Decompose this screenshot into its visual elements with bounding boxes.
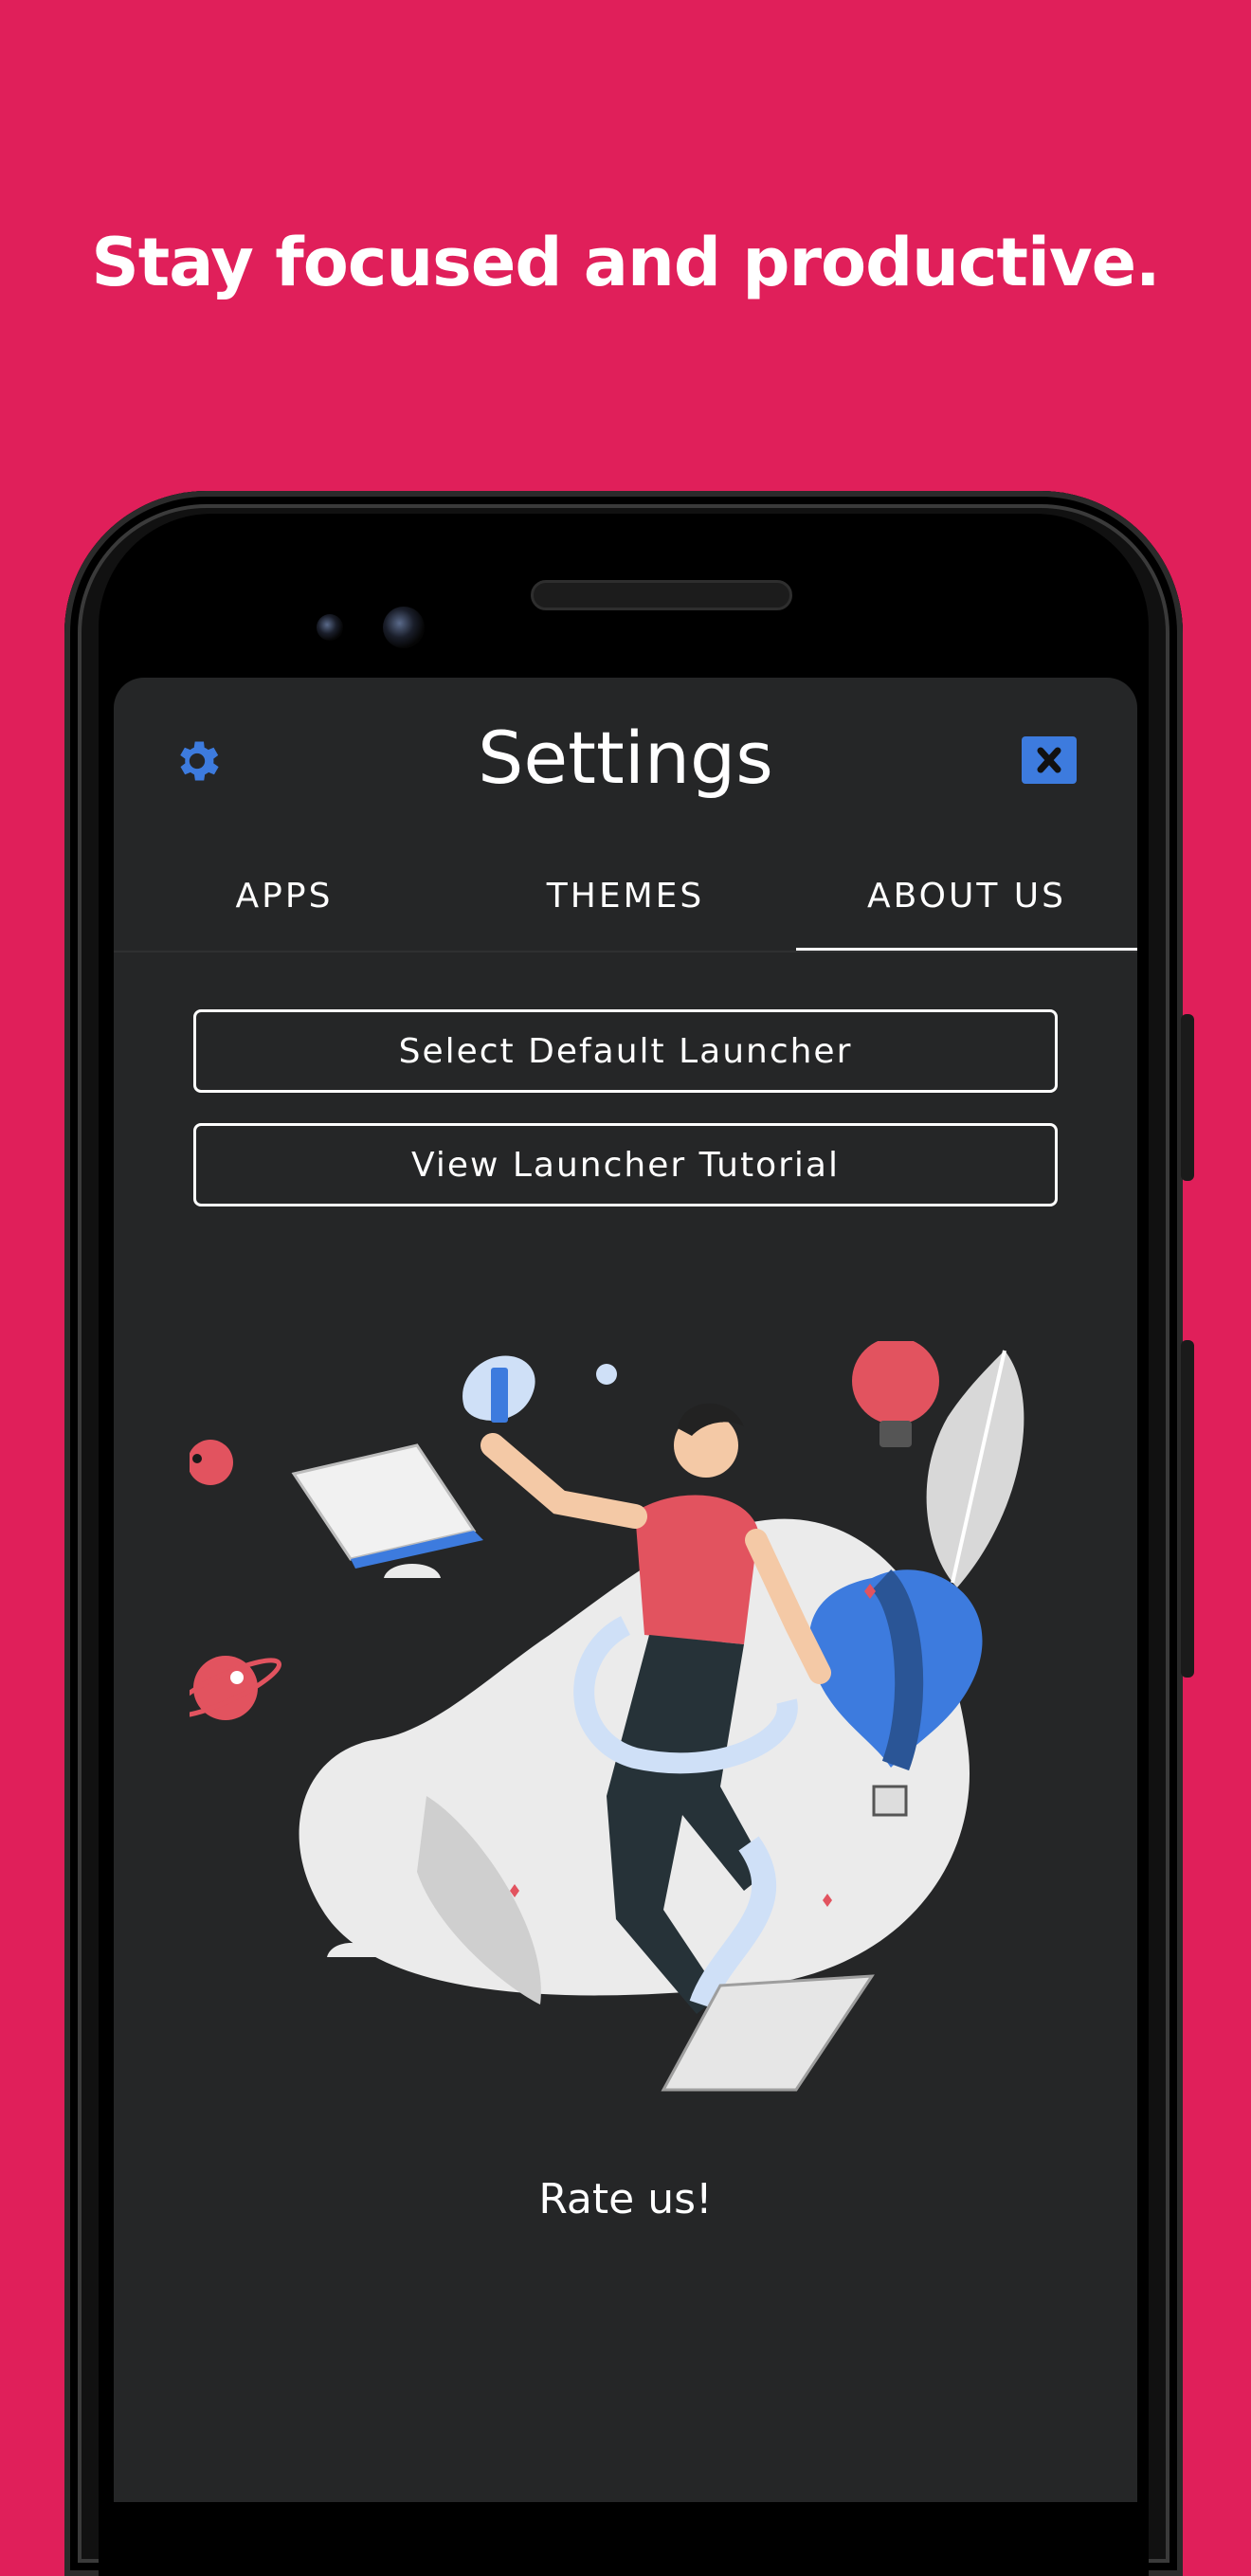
tab-bar: APPS THEMES ABOUT US <box>114 839 1137 952</box>
close-icon <box>1037 747 1061 773</box>
tab-about-us[interactable]: ABOUT US <box>796 839 1137 952</box>
promo-headline: Stay focused and productive. <box>91 224 1160 301</box>
tab-apps[interactable]: APPS <box>114 839 455 952</box>
close-button[interactable] <box>1022 736 1077 784</box>
phone-speaker <box>531 580 792 610</box>
view-launcher-tutorial-button[interactable]: View Launcher Tutorial <box>193 1123 1058 1206</box>
page-title: Settings <box>478 716 773 800</box>
phone-front-camera <box>383 607 425 648</box>
tab-themes[interactable]: THEMES <box>455 839 796 952</box>
settings-header: Settings <box>114 678 1137 839</box>
phone-sensor <box>317 614 343 641</box>
about-illustration <box>190 1341 1024 2092</box>
select-default-launcher-button[interactable]: Select Default Launcher <box>193 1009 1058 1093</box>
phone-power-button <box>1181 1340 1194 1678</box>
tab-divider <box>114 951 1137 952</box>
rate-us-link[interactable]: Rate us! <box>114 2175 1137 2223</box>
settings-screen: Settings APPS THEMES ABOUT US Select Def… <box>114 678 1137 2502</box>
phone-volume-button <box>1181 1014 1194 1181</box>
